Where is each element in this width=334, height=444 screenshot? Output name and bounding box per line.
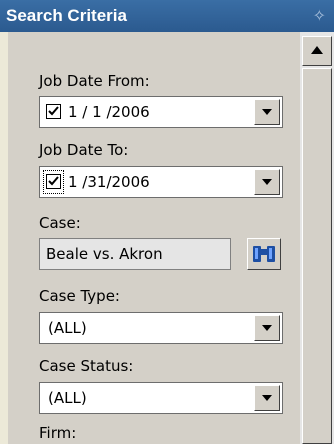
panel-titlebar: Search Criteria ✧: [0, 0, 334, 32]
case-type-dropdown-button[interactable]: [254, 315, 280, 341]
chevron-up-icon: [311, 46, 323, 54]
firm-label: Firm:: [39, 424, 77, 442]
job-date-from-checkbox[interactable]: [46, 104, 61, 119]
job-date-to-picker[interactable]: 1 /31/2006: [39, 166, 283, 198]
case-type-label: Case Type:: [39, 287, 120, 305]
pin-icon[interactable]: ✧: [313, 6, 326, 25]
job-date-to-value: 1 /31/2006: [68, 173, 150, 191]
chevron-down-icon: [262, 109, 272, 115]
scroll-thumb[interactable]: [302, 68, 332, 444]
search-criteria-panel: Search Criteria ✧ Job Date From: 1 / 1 /…: [0, 0, 334, 444]
vertical-scrollbar[interactable]: [300, 32, 334, 444]
case-type-value: (ALL): [48, 319, 87, 337]
job-date-from-picker[interactable]: 1 / 1 /2006: [39, 96, 283, 128]
chevron-down-icon: [262, 325, 272, 331]
case-type-select[interactable]: (ALL): [39, 312, 283, 344]
case-status-select[interactable]: (ALL): [39, 382, 283, 414]
job-date-to-dropdown-button[interactable]: [254, 169, 280, 195]
case-status-label: Case Status:: [39, 357, 134, 375]
job-date-to-checkbox[interactable]: [46, 174, 61, 189]
job-date-from-dropdown-button[interactable]: [254, 99, 280, 125]
chevron-down-icon: [262, 179, 272, 185]
case-value: Beale vs. Akron: [46, 245, 163, 263]
job-date-from-value: 1 / 1 /2006: [68, 103, 150, 121]
left-edge: [0, 32, 8, 444]
case-label: Case:: [39, 214, 81, 232]
case-status-value: (ALL): [48, 389, 87, 407]
scroll-up-button[interactable]: [302, 36, 332, 66]
panel-title: Search Criteria: [6, 6, 127, 25]
case-status-dropdown-button[interactable]: [254, 385, 280, 411]
binoculars-icon: [253, 246, 275, 262]
job-date-to-label: Job Date To:: [39, 141, 129, 159]
case-lookup-button[interactable]: [247, 238, 281, 270]
chevron-down-icon: [262, 395, 272, 401]
criteria-content: Job Date From: 1 / 1 /2006 Job Date To: …: [9, 32, 300, 444]
job-date-from-label: Job Date From:: [39, 72, 150, 90]
case-field[interactable]: Beale vs. Akron: [39, 238, 231, 270]
